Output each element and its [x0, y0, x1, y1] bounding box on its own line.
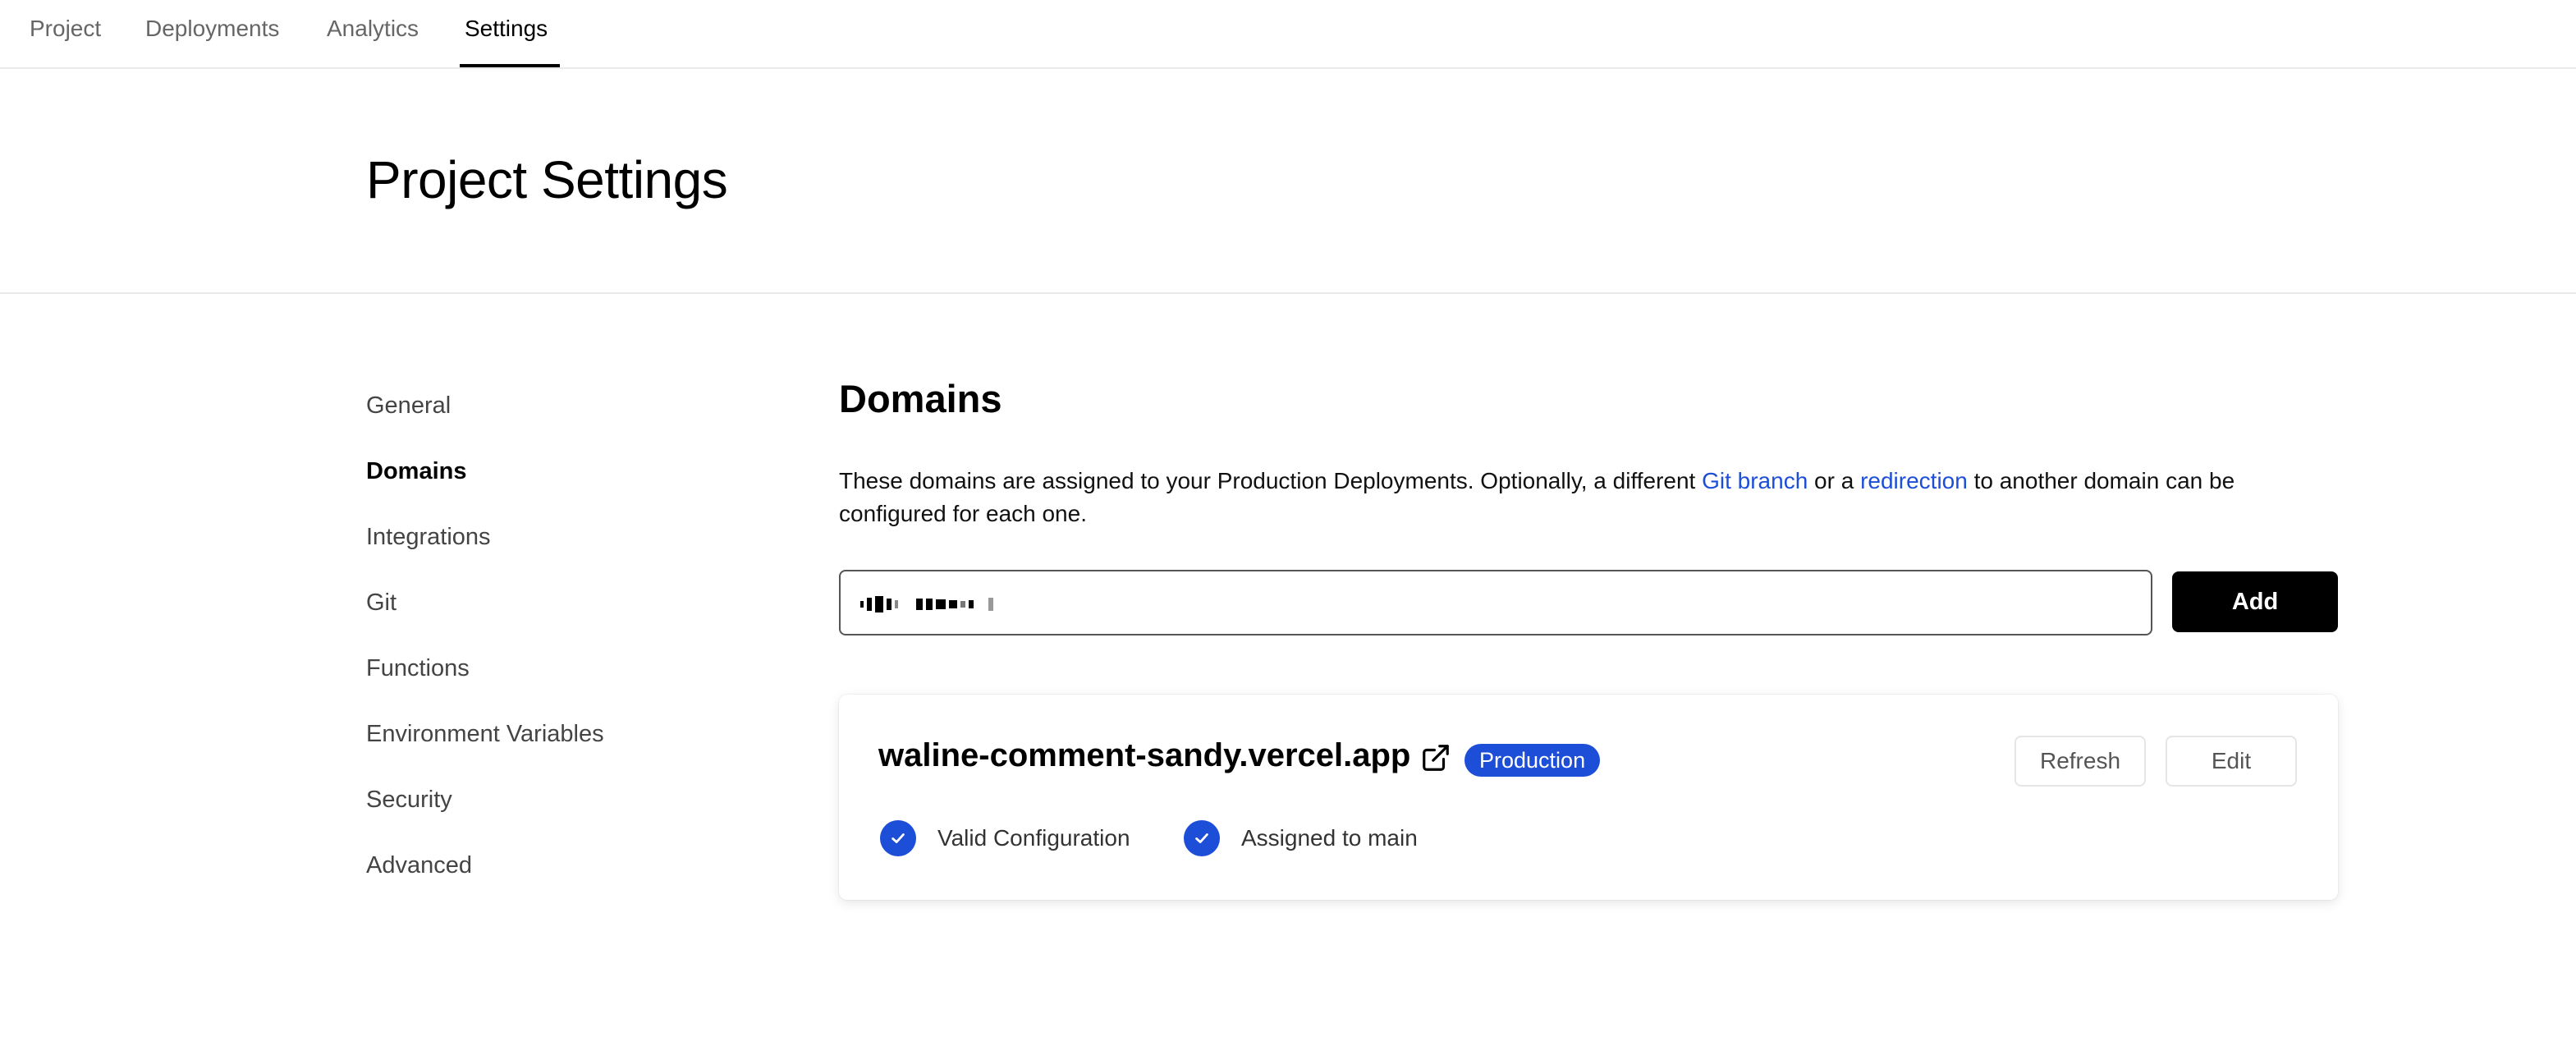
tab-project[interactable]: Project — [30, 0, 101, 69]
sidebar-item-security[interactable]: Security — [366, 780, 694, 846]
external-link-icon[interactable] — [1420, 742, 1451, 773]
sidebar-item-advanced[interactable]: Advanced — [366, 846, 694, 911]
section-title: Domains — [839, 377, 1002, 420]
domain-input[interactable] — [839, 570, 2152, 635]
git-branch-link[interactable]: Git branch — [1702, 468, 1808, 493]
sidebar-item-functions[interactable]: Functions — [366, 649, 694, 714]
description-text: or a — [1808, 468, 1861, 493]
sidebar-item-environment-variables[interactable]: Environment Variables — [366, 714, 694, 780]
sidebar-item-domains[interactable]: Domains — [366, 452, 694, 517]
tab-deployments[interactable]: Deployments — [145, 0, 279, 69]
production-badge: Production — [1464, 744, 1601, 777]
status-assigned-branch: Assigned to main — [1184, 819, 1418, 857]
tab-analytics[interactable]: Analytics — [327, 0, 419, 69]
page-title: Project Settings — [366, 150, 728, 209]
status-label: Valid Configuration — [937, 825, 1130, 851]
top-navigation: Project Deployments Analytics Settings — [0, 0, 2576, 69]
tab-settings[interactable]: Settings — [465, 0, 548, 69]
domains-section: Domains These domains are assigned to yo… — [839, 369, 2338, 900]
description-text: These domains are assigned to your Produ… — [839, 468, 1703, 493]
settings-sidebar: General Domains Integrations Git Functio… — [366, 386, 694, 911]
domains-description: These domains are assigned to your Produ… — [839, 465, 2338, 530]
add-domain-button[interactable]: Add — [2172, 571, 2338, 632]
sidebar-item-integrations[interactable]: Integrations — [366, 517, 694, 583]
domain-name[interactable]: waline-comment-sandy.vercel.app — [878, 737, 1410, 774]
redirection-link[interactable]: redirection — [1860, 468, 1968, 493]
domain-card: waline-comment-sandy.vercel.app Producti… — [839, 695, 2338, 900]
check-circle-icon — [880, 820, 916, 856]
status-label: Assigned to main — [1241, 825, 1418, 851]
check-circle-icon — [1184, 820, 1220, 856]
status-valid-configuration: Valid Configuration — [880, 819, 1130, 857]
add-domain-row: Add — [839, 570, 2338, 635]
sidebar-item-general[interactable]: General — [366, 386, 694, 452]
page-header: Project Settings — [0, 69, 2576, 294]
redacted-input-value — [860, 594, 993, 614]
refresh-button[interactable]: Refresh — [2015, 736, 2146, 787]
edit-button[interactable]: Edit — [2166, 736, 2297, 787]
sidebar-item-git[interactable]: Git — [366, 583, 694, 649]
active-tab-indicator — [460, 64, 560, 67]
